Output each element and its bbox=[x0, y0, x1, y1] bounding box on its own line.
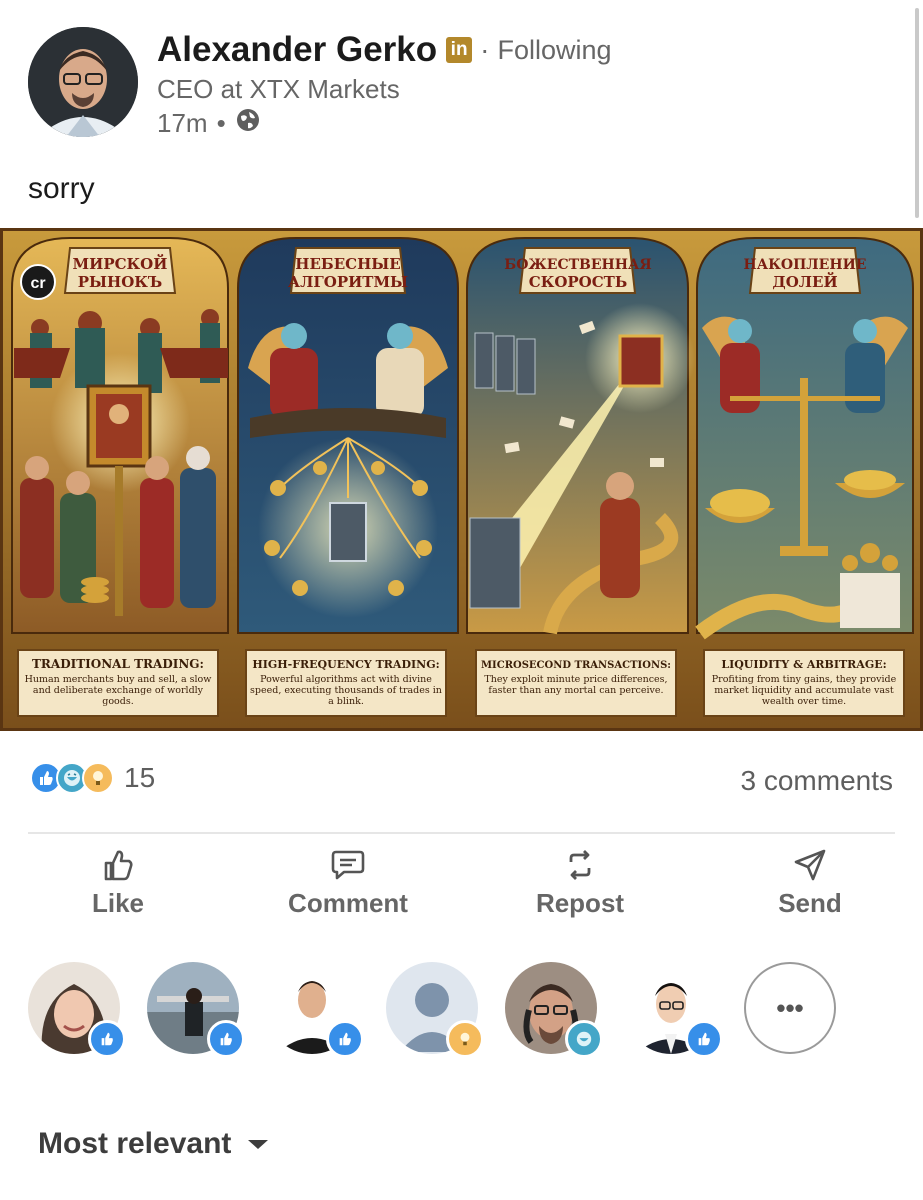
like-button[interactable]: Like bbox=[28, 848, 208, 919]
comments-count[interactable]: 3 comments bbox=[741, 765, 894, 797]
caption-3-text: They exploit minute price differences, f… bbox=[484, 674, 668, 696]
insightful-badge-icon bbox=[446, 1020, 484, 1058]
send-label: Send bbox=[778, 888, 842, 918]
panel-4-title-line2: ДОЛЕЙ bbox=[772, 272, 837, 291]
author-avatar[interactable] bbox=[28, 27, 138, 137]
caret-down-icon bbox=[248, 1140, 269, 1149]
like-badge-icon bbox=[88, 1020, 126, 1058]
caption-4-title: LIQUIDITY & ARBITRAGE: bbox=[721, 658, 886, 671]
linkedin-badge-icon: in bbox=[446, 37, 473, 63]
panel-4-title-line1: НАКОПЛЕНИЕ bbox=[744, 257, 867, 273]
repost-label: Repost bbox=[535, 888, 625, 918]
panel-1-title-line1: МИРСКОЙ bbox=[73, 254, 168, 273]
panel-2-title-line2: АЛГОРИТМЫ bbox=[288, 273, 408, 291]
post-image[interactable]: МИРСКОЙ РЫНОКЪ cr НЕБЕСНЫЕ АЛГОРИТМЫ БОЖ… bbox=[0, 228, 923, 731]
globe-icon bbox=[235, 107, 261, 140]
panel-liquidity-arbitrage: НАКОПЛЕНИЕ ДОЛЕЙ bbox=[695, 237, 914, 640]
comment-label: Comment bbox=[288, 888, 408, 918]
caption-2-title: HIGH-FREQUENCY TRADING: bbox=[252, 658, 439, 671]
comment-button[interactable]: Comment bbox=[258, 848, 438, 919]
comment-icon bbox=[331, 850, 365, 880]
sort-label: Most relevant bbox=[38, 1127, 232, 1160]
like-label: Like bbox=[91, 888, 145, 918]
funny-badge-icon bbox=[565, 1020, 603, 1058]
insightful-reaction-icon bbox=[82, 762, 114, 794]
caption-1-text: Human merchants buy and sell, a slow and… bbox=[24, 674, 212, 707]
author-headline: CEO at XTX Markets bbox=[157, 74, 400, 104]
panel-1-title-line2: РЫНОКЪ bbox=[78, 273, 163, 291]
panel-traditional-trading: МИРСКОЙ РЫНОКЪ cr bbox=[11, 237, 229, 634]
reactor-avatar[interactable] bbox=[625, 962, 723, 1058]
separator-dot: · bbox=[480, 34, 490, 65]
panel-high-frequency-trading: НЕБЕСНЫЕ АЛГОРИТМЫ bbox=[237, 237, 459, 634]
divider bbox=[28, 832, 895, 834]
panel-3-title-line1: БОЖЕСТВЕННАЯ bbox=[504, 257, 651, 273]
like-badge-icon bbox=[207, 1020, 245, 1058]
send-icon bbox=[794, 849, 826, 881]
caption-3-title: MICROSECOND TRANSACTIONS: bbox=[481, 660, 671, 671]
reactor-avatar-placeholder[interactable] bbox=[386, 962, 484, 1058]
sort-dropdown[interactable]: Most relevant bbox=[38, 1127, 271, 1161]
panel-microsecond-transactions: БОЖЕСТВЕННАЯ СКОРОСТЬ bbox=[466, 237, 695, 635]
send-button[interactable]: Send bbox=[720, 848, 900, 919]
panel-3-title-line2: СКОРОСТЬ bbox=[529, 273, 627, 291]
reactor-avatar[interactable] bbox=[28, 962, 126, 1058]
cr-logo: cr bbox=[30, 275, 45, 292]
panel-2-title-line1: НЕБЕСНЫЕ bbox=[295, 255, 400, 273]
meta-separator: • bbox=[216, 108, 226, 138]
caption-1-title: TRADITIONAL TRADING: bbox=[32, 657, 204, 671]
reaction-count[interactable]: 15 bbox=[124, 762, 155, 794]
reactor-avatar[interactable] bbox=[505, 962, 603, 1058]
scrollbar[interactable] bbox=[915, 8, 919, 218]
more-icon: ••• bbox=[776, 992, 804, 1023]
thumbs-up-icon bbox=[104, 850, 133, 881]
caption-4-text: Profiting from tiny gains, they provide … bbox=[711, 674, 897, 707]
like-badge-icon bbox=[326, 1020, 364, 1058]
post-text: sorry bbox=[28, 172, 95, 205]
reactor-avatar[interactable] bbox=[147, 962, 245, 1058]
more-reactors-button[interactable]: ••• bbox=[744, 962, 836, 1054]
reactor-avatar[interactable] bbox=[266, 962, 364, 1058]
follow-status[interactable]: Following bbox=[497, 35, 611, 66]
repost-icon bbox=[569, 850, 591, 880]
repost-button[interactable]: Repost bbox=[490, 848, 670, 919]
author-name[interactable]: Alexander Gerko bbox=[157, 30, 437, 70]
reactions-summary[interactable]: 15 bbox=[30, 762, 155, 794]
post-time: 17m bbox=[157, 108, 208, 138]
caption-2-text: Powerful algorithms act with divine spee… bbox=[250, 674, 442, 707]
like-badge-icon bbox=[685, 1020, 723, 1058]
